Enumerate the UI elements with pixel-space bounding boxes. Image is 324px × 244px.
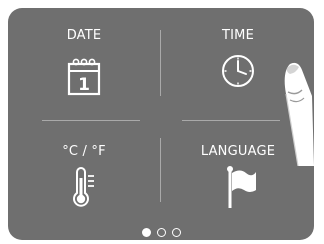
calendar-day-number: 1 xyxy=(78,75,90,95)
divider-horizontal-right xyxy=(182,120,280,121)
page-indicator xyxy=(8,228,314,237)
divider-horizontal-left xyxy=(42,120,140,121)
temperature-unit-label: °C / °F xyxy=(62,144,106,159)
divider-vertical-bottom xyxy=(160,138,161,202)
clock-icon xyxy=(222,55,254,87)
calendar-icon: 1 xyxy=(67,58,101,96)
page-dot-1[interactable] xyxy=(141,228,151,237)
flag-icon xyxy=(227,166,256,208)
divider-vertical-top xyxy=(160,30,161,96)
temperature-unit-tile[interactable]: °C / °F xyxy=(8,120,160,232)
time-label: TIME xyxy=(221,28,254,43)
thermometer-icon xyxy=(73,167,94,207)
date-tile[interactable]: DATE 1 xyxy=(8,8,160,120)
settings-screen: DATE 1 TIME °C / °F LANGUAGE xyxy=(8,8,314,240)
date-label: DATE xyxy=(66,28,102,43)
pointing-finger-icon xyxy=(284,62,314,166)
page-dot-2[interactable] xyxy=(156,228,166,237)
page-dot-3[interactable] xyxy=(171,228,181,237)
